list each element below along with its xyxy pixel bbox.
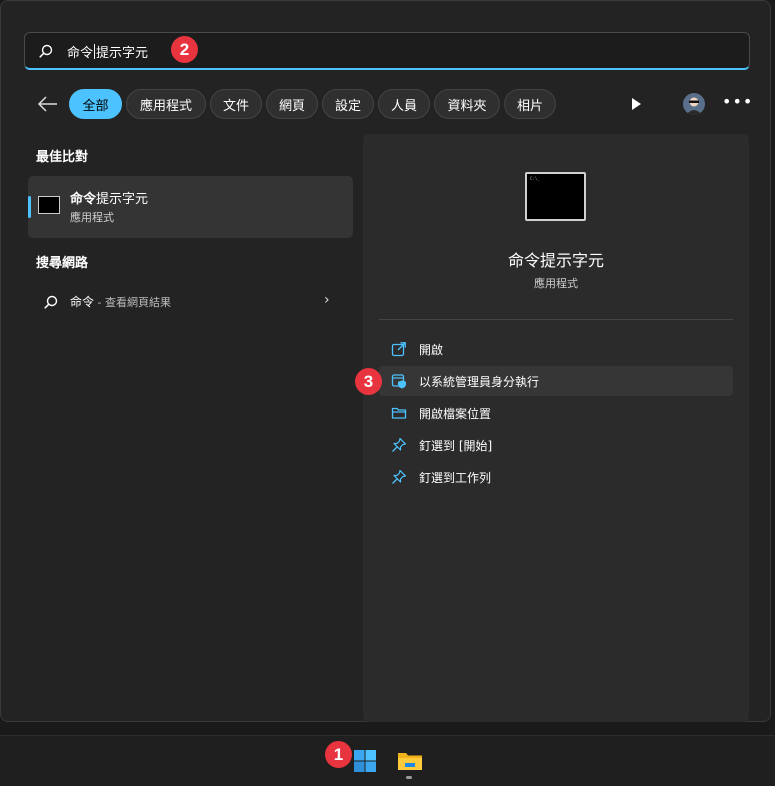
filter-chip-photos[interactable]: 相片	[504, 89, 556, 119]
web-result-text: 命令 - 查看網頁結果	[70, 295, 171, 309]
action-open-file-location[interactable]: 開啟檔案位置	[379, 398, 733, 428]
user-avatar[interactable]	[683, 93, 705, 115]
details-app-title: 命令提示字元	[507, 251, 604, 270]
details-app-type: 應用程式	[534, 277, 578, 290]
windows-logo-icon	[354, 750, 376, 772]
open-icon	[391, 341, 407, 361]
best-match-heading: 最佳比對	[36, 150, 89, 165]
filter-chip-documents[interactable]: 文件	[210, 89, 262, 119]
best-match-title: 命令提示字元	[70, 192, 149, 207]
divider	[379, 319, 733, 320]
avatar-icon	[686, 97, 702, 115]
action-label: 釘選到工作列	[419, 471, 492, 485]
taskbar	[0, 735, 775, 786]
action-pin-to-taskbar[interactable]: 釘選到工作列	[379, 462, 733, 492]
annotation-badge-1: 1	[325, 741, 352, 768]
filter-chip-web[interactable]: 網頁	[266, 89, 318, 119]
best-match-subtitle: 應用程式	[70, 211, 114, 224]
running-indicator	[406, 776, 412, 779]
play-button[interactable]	[630, 96, 642, 115]
action-label: 以系統管理員身分執行	[419, 375, 540, 389]
shield-icon	[391, 373, 407, 393]
file-explorer-button[interactable]	[397, 749, 423, 777]
command-prompt-large-icon: C:\_	[525, 172, 586, 221]
chevron-right-icon: ›	[324, 292, 330, 308]
filter-chip-folders[interactable]: 資料夾	[434, 89, 500, 119]
selection-indicator	[28, 196, 31, 218]
start-button[interactable]	[353, 749, 377, 777]
annotation-badge-2: 2	[171, 36, 198, 63]
back-arrow-icon	[37, 96, 57, 112]
filter-chip-all[interactable]: 全部	[69, 89, 122, 119]
action-label: 開啟檔案位置	[419, 407, 492, 421]
filter-chip-people[interactable]: 人員	[378, 89, 430, 119]
action-label: 開啟	[419, 343, 444, 357]
search-input[interactable]: 命令 提示字元	[24, 32, 750, 70]
web-search-result[interactable]: 命令 - 查看網頁結果 ›	[28, 286, 353, 316]
pin-icon	[391, 437, 407, 457]
details-pane: C:\_ 命令提示字元 應用程式 開啟 以系統管理員身分執行 開啟檔案位置 釘選…	[363, 134, 749, 722]
pin-icon	[391, 469, 407, 489]
action-run-as-admin[interactable]: 以系統管理員身分執行	[379, 366, 733, 396]
action-open[interactable]: 開啟	[379, 334, 733, 364]
file-explorer-icon	[398, 753, 422, 770]
more-options-icon[interactable]: •••	[722, 92, 753, 111]
play-icon	[632, 98, 641, 110]
search-icon	[44, 294, 58, 313]
action-pin-to-start[interactable]: 釘選到 [開始]	[379, 430, 733, 460]
back-button[interactable]	[36, 93, 60, 115]
filter-chip-apps[interactable]: 應用程式	[126, 89, 206, 119]
folder-icon	[391, 405, 407, 425]
action-label: 釘選到 [開始]	[419, 439, 493, 453]
web-search-heading: 搜尋網路	[36, 256, 89, 271]
search-query: 命令 提示字元	[67, 44, 149, 61]
annotation-badge-3: 3	[355, 368, 382, 395]
best-match-item[interactable]: 命令提示字元 應用程式	[28, 176, 353, 238]
command-prompt-icon	[38, 196, 60, 214]
search-icon	[39, 43, 53, 62]
filter-chip-settings[interactable]: 設定	[322, 89, 374, 119]
text-caret	[94, 44, 96, 59]
